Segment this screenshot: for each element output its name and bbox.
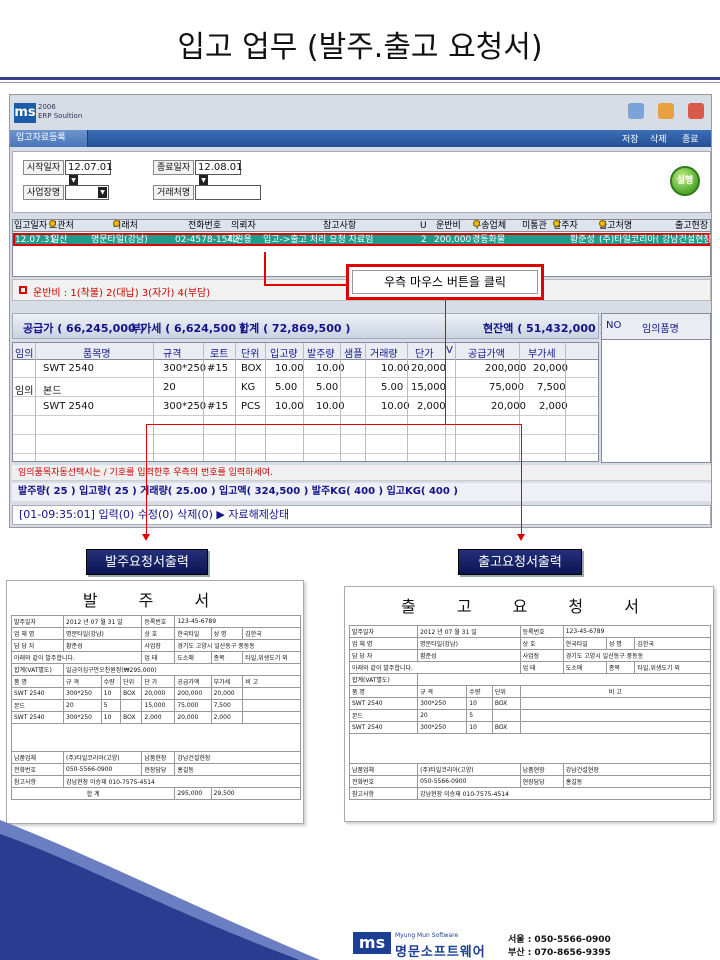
hint-message: 임의품목자동선택시는 / 기호를 입력한후 우측의 번호를 입력하세여. — [12, 465, 711, 481]
item-grid: 임의 품목명 규격 로트 단위 입고량 발주량 샘플 거래량 단가 V 공급가액… — [12, 342, 599, 462]
client-label: 거래처명 — [153, 185, 195, 200]
tab-receipt-entry[interactable]: 입고자료등록 — [10, 130, 88, 147]
tools-icon[interactable] — [658, 103, 674, 119]
col-freight[interactable]: 운반비 — [436, 220, 461, 232]
table-row[interactable]: SWT 2540 300*250 #15 PCS 10.00 10.00 10.… — [13, 398, 598, 416]
order-document: 발 주 서 발주일자 2012 년 07 월 31 일 등록번호 123-45-678… — [6, 580, 304, 824]
callout-text: 우측 마우스 버튼을 클릭 — [352, 270, 538, 294]
checkbox-icon — [19, 286, 27, 294]
chevron-down-icon[interactable]: ▼ — [69, 174, 78, 186]
col-requester[interactable]: 의뢰자 — [231, 220, 256, 232]
dropdown-dot-icon — [113, 220, 120, 227]
arrow-line — [445, 300, 446, 424]
business-label: 사업장명 — [23, 185, 65, 200]
chevron-down-icon[interactable]: ▼ — [199, 174, 208, 186]
dropdown-dot-icon — [49, 220, 56, 227]
brand-software: Myung Mun Software — [395, 932, 459, 939]
logo-mark: ms — [14, 103, 36, 123]
custom-item-panel: NO 임의품명 — [601, 313, 711, 463]
arrow-line — [146, 424, 522, 425]
ship-doc-title: 출 고 요 청 서 — [401, 597, 657, 616]
erp-window: ms 2006 ERP Soultion 입고자료등록 저장 삭제 종료 시작일자… — [9, 94, 712, 528]
slide-title: 입고 업무 (발주.출고 요청서) — [177, 30, 543, 65]
supply-total: 공급가 ( 66,245,000 ) — [23, 322, 145, 335]
filter-panel: 시작일자 12.07.01▼ 종료일자 12.08.01▼ 사업장명 ▼ 거래처… — [12, 151, 711, 213]
col-site[interactable]: 출고현장 — [675, 220, 708, 232]
end-date-label: 종료일자 — [153, 160, 195, 175]
close-button[interactable]: 종료 — [682, 132, 699, 145]
col-customs[interactable]: 미통관 — [522, 220, 547, 232]
table-row[interactable] — [13, 436, 598, 454]
table-row[interactable] — [13, 417, 598, 435]
callout-box: 우측 마우스 버튼을 클릭 — [346, 264, 544, 300]
table-row[interactable]: SWT 2540 300*250 #15 BOX 10.00 10.00 10.… — [13, 360, 598, 378]
freight-note: 운반비 : 1(착불) 2(대납) 3(자가) 4(부담) — [33, 288, 211, 299]
arrow-line — [264, 284, 346, 286]
exit-icon[interactable] — [688, 103, 704, 119]
title-rule — [0, 77, 720, 80]
ship-doc-table: 발주일자 2012 년 07 월 31 일 등록번호 123-45-6789 업 체 … — [348, 625, 712, 800]
order-print-label[interactable]: 발주요청서출력 — [86, 549, 208, 575]
vat-total: 부가세 ( 6,624,500 ) — [131, 322, 245, 335]
run-button[interactable]: 실행 — [670, 166, 700, 196]
order-doc-title: 발 주 서 — [82, 591, 228, 610]
client-input[interactable] — [195, 185, 261, 200]
delete-button[interactable]: 삭제 — [650, 132, 667, 145]
dropdown-dot-icon — [553, 220, 560, 227]
save-button[interactable]: 저장 — [622, 132, 639, 145]
tab-bar: 입고자료등록 저장 삭제 종료 — [10, 130, 711, 147]
title-rule-thin — [0, 82, 720, 83]
busan-phone: 부산 : 070-8656-9395 — [508, 948, 611, 958]
logo-text: 2006 ERP Soultion — [38, 103, 83, 120]
arrow-head-icon — [142, 534, 150, 541]
ship-print-label[interactable]: 출고요청서출력 — [458, 549, 582, 575]
dropdown-dot-icon — [473, 220, 480, 227]
receipt-grid-header: 입고일자 보관처 거래처 전화번호 의뢰자 참고사항 U 운반비 우송업체 미통… — [13, 220, 710, 232]
side-col-title: 임의품명 — [642, 324, 679, 335]
brand-footer: ms Myung Mun Software 명문소프트웨어 서울 : 050-5… — [353, 930, 633, 960]
col-date[interactable]: 입고일자 — [14, 220, 47, 232]
print-icon[interactable] — [628, 103, 644, 119]
end-date-input[interactable]: 12.08.01▼ — [195, 160, 243, 186]
status-bar: [01-09:35:01] 입력(0) 수정(0) 삭제(0) ▶ 자료해제상태 — [12, 505, 711, 525]
erp-logo: ms 2006 ERP Soultion — [14, 101, 84, 125]
order-doc-table: 발주일자 2012 년 07 월 31 일 등록번호 123-45-6789 업 체 … — [10, 615, 302, 800]
arrow-line — [521, 424, 522, 536]
business-select[interactable]: ▼ — [65, 185, 109, 200]
cash-balance: 현잔액 ( 51,432,000 ) — [483, 322, 605, 335]
dropdown-dot-icon — [599, 220, 606, 227]
start-date-input[interactable]: 12.07.01▼ — [65, 160, 113, 186]
col-note[interactable]: 참고사항 — [323, 220, 356, 232]
start-date-label: 시작일자 — [23, 160, 65, 175]
ship-document: 출 고 요 청 서 발주일자 2012 년 07 월 31 일 등록번호 123-45… — [344, 586, 714, 822]
arrow-head-icon — [517, 534, 525, 541]
side-col-no: NO — [606, 320, 622, 331]
brand-name: 명문소프트웨어 — [395, 945, 486, 960]
arrow-line — [146, 424, 147, 536]
col-phone[interactable]: 전화번호 — [188, 220, 221, 232]
chevron-down-icon[interactable]: ▼ — [98, 187, 107, 198]
col-u[interactable]: U — [420, 220, 427, 232]
decorative-swoosh — [0, 820, 320, 960]
quantity-summary: 발주량( 25 ) 입고량( 25 ) 거래량( 25.00 ) 입고액( 32… — [12, 483, 711, 501]
item-grid-header: 임의 품목명 규격 로트 단위 입고량 발주량 샘플 거래량 단가 V 공급가액… — [13, 343, 598, 360]
table-row[interactable]: 12.07.31 일산 명문타일(강남) 02-4578-1542 지원용 입고… — [13, 233, 711, 246]
table-row[interactable]: 임의 본드 20 KG 5.00 5.00 5.00 15,000 75,000… — [13, 379, 598, 397]
seoul-phone: 서울 : 050-5566-0900 — [508, 935, 611, 945]
arrow-line — [264, 252, 266, 284]
grand-total: 합계 ( 72,869,500 ) — [239, 322, 351, 335]
totals-bar: 공급가 ( 66,245,000 ) 부가세 ( 6,624,500 ) 합계 … — [12, 313, 605, 339]
brand-logo: ms — [353, 932, 391, 954]
